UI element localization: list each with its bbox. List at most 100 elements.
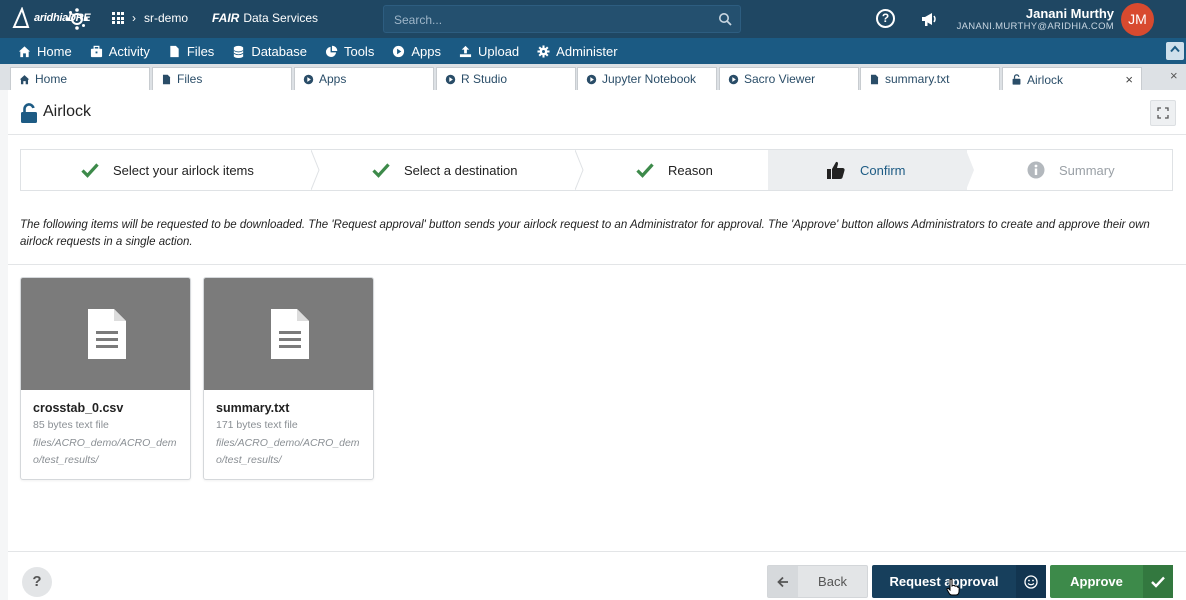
file-meta: 171 bytes text file: [216, 419, 298, 431]
file-card[interactable]: summary.txt 171 bytes text file files/AC…: [203, 277, 374, 480]
step-label: Summary: [1059, 162, 1115, 178]
panel-header: Airlock: [8, 90, 1186, 135]
file-name: summary.txt: [216, 401, 290, 415]
apps-grid-icon: [112, 12, 124, 24]
bullhorn-icon[interactable]: [920, 10, 938, 28]
data-services-label: Data Services: [243, 11, 319, 25]
file-thumbnail: [21, 278, 190, 390]
menu-item-tools[interactable]: Tools: [325, 44, 374, 59]
tab-files[interactable]: Files: [152, 67, 292, 90]
hand-cursor-icon: [946, 578, 960, 596]
tab-home[interactable]: Home: [10, 67, 150, 90]
workspace-switcher[interactable]: › sr-demo: [112, 11, 188, 25]
file-thumbnail: [204, 278, 373, 390]
tab-label: Home: [35, 72, 68, 86]
file-path: files/ACRO_demo/ACRO_demo/test_results/: [216, 437, 360, 466]
search-input[interactable]: Search...: [383, 5, 741, 33]
network-icon: [66, 8, 88, 30]
tab-sacro-viewer[interactable]: Sacro Viewer: [719, 67, 859, 90]
menu-item-database[interactable]: Database: [232, 44, 307, 59]
main-menu: Home Activity Files Database Tools Apps …: [0, 38, 1186, 64]
divider: [8, 264, 1186, 265]
briefcase-icon: [90, 45, 102, 57]
home-icon: [19, 74, 30, 84]
tab-r-studio[interactable]: R Studio: [436, 67, 576, 90]
menu-item-administer[interactable]: Administer: [537, 43, 618, 59]
request-approval-label: Request approval: [889, 574, 999, 589]
tab-bar: Home Files Apps R Studio Jupyter Noteboo…: [0, 64, 1186, 91]
file-icon: [162, 74, 171, 84]
tab-airlock[interactable]: Airlock ×: [1002, 67, 1142, 91]
step-reason[interactable]: Reason: [576, 150, 768, 190]
workspace-name: sr-demo: [144, 11, 189, 25]
menu-item-files[interactable]: Files: [168, 44, 214, 59]
database-icon: [233, 45, 244, 58]
step-label: Select a destination: [404, 162, 518, 178]
close-all-tabs-icon[interactable]: ×: [1170, 68, 1178, 83]
fullscreen-button[interactable]: [1150, 100, 1176, 126]
avatar[interactable]: JM: [1121, 3, 1154, 36]
step-select-items[interactable]: Select your airlock items: [21, 150, 320, 190]
expand-icon: [1157, 107, 1169, 119]
menu-item-label: Home: [37, 43, 72, 59]
page-title: Airlock: [43, 103, 92, 120]
top-bar: aridhiaDRE › sr-demo FAIR Data Services S…: [0, 0, 1186, 38]
step-summary[interactable]: Summary: [967, 150, 1172, 190]
menu-item-label: Database: [251, 43, 307, 59]
help-button[interactable]: ?: [22, 567, 52, 597]
back-button[interactable]: Back: [767, 565, 868, 598]
document-icon: [87, 309, 126, 359]
menu-item-home[interactable]: Home: [18, 44, 72, 59]
file-path: files/ACRO_demo/ACRO_demo/test_results/: [33, 437, 177, 466]
file-card[interactable]: crosstab_0.csv 85 bytes text file files/…: [20, 277, 191, 480]
file-icon: [870, 74, 879, 84]
tab-summary-txt[interactable]: summary.txt: [860, 67, 1000, 90]
search-icon[interactable]: [718, 12, 732, 26]
play-circle-icon: [586, 74, 597, 84]
tab-label: Sacro Viewer: [744, 72, 816, 86]
approve-button[interactable]: Approve: [1050, 565, 1173, 598]
chevron-right-icon: ›: [132, 11, 136, 25]
step-confirm[interactable]: Confirm: [768, 150, 974, 190]
menu-item-upload[interactable]: Upload: [459, 44, 519, 59]
user-email: JANANI.MURTHY@ARIDHIA.COM: [956, 21, 1114, 32]
wizard-steps: Select your airlock items Select a desti…: [20, 149, 1173, 191]
step-label: Reason: [668, 162, 713, 178]
document-icon: [270, 309, 309, 359]
footer-divider: [8, 551, 1186, 552]
check-icon: [81, 163, 99, 178]
fair-data-services-link[interactable]: FAIR Data Services: [212, 11, 318, 25]
chevron-up-icon: [1170, 45, 1180, 53]
help-icon[interactable]: ?: [876, 9, 895, 28]
menu-item-label: Activity: [108, 43, 150, 59]
file-meta: 85 bytes text file: [33, 419, 109, 431]
menu-item-label: Apps: [411, 43, 441, 59]
search-placeholder: Search...: [394, 13, 443, 27]
smile-icon: [1016, 565, 1046, 598]
tab-jupyter-notebook[interactable]: Jupyter Notebook: [577, 67, 717, 90]
tab-label: Airlock: [1027, 72, 1064, 87]
file-name: crosstab_0.csv: [33, 401, 124, 415]
unlock-icon: [21, 103, 37, 123]
tab-apps[interactable]: Apps: [294, 67, 434, 90]
gear-icon: [537, 44, 550, 58]
aridhia-logo[interactable]: aridhiaDRE: [12, 7, 91, 31]
step-label: Confirm: [860, 162, 906, 178]
collapse-menu-button[interactable]: [1166, 42, 1184, 60]
tab-label: summary.txt: [885, 72, 950, 86]
menu-item-apps[interactable]: Apps: [392, 44, 441, 59]
user-name: Janani Murthy: [1025, 6, 1114, 21]
menu-item-label: Files: [186, 43, 215, 59]
close-icon[interactable]: ×: [1125, 72, 1133, 87]
play-circle-icon: [393, 45, 405, 57]
fair-label: FAIR: [212, 11, 240, 25]
pie-chart-icon: [325, 45, 338, 57]
menu-item-activity[interactable]: Activity: [90, 44, 150, 59]
unlock-icon: [1012, 74, 1021, 85]
menu-item-label: Administer: [556, 43, 618, 59]
thumbs-up-icon: [827, 161, 845, 179]
step-select-destination[interactable]: Select a destination: [312, 150, 584, 190]
arrow-left-icon: [768, 566, 798, 597]
play-circle-icon: [728, 74, 739, 84]
tab-label: Files: [177, 72, 203, 86]
